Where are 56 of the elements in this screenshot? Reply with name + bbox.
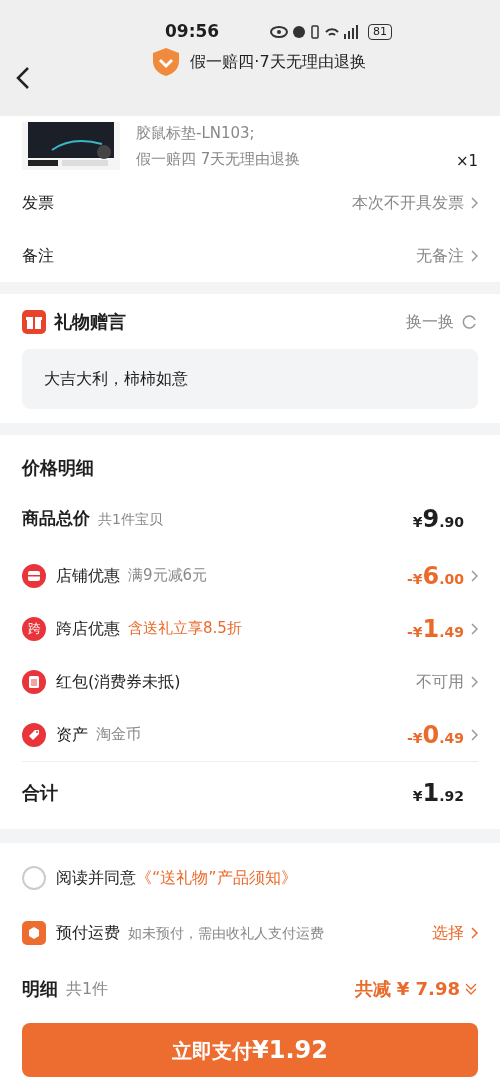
badge-icon: 跨 — [22, 616, 46, 641]
row-value[interactable]: 无备注 — [416, 243, 478, 268]
subtotal-label: 商品总价 — [22, 507, 90, 531]
status-time: 09:56 — [165, 20, 220, 44]
item-count: 共1件宝贝 — [98, 509, 163, 529]
shipping-note: 如未预付，需由收礼人支付运费 — [128, 923, 324, 943]
message-box[interactable]: 大吉大利，柿柿如意 — [22, 349, 478, 409]
store-icon — [22, 563, 46, 588]
refresh-icon — [462, 313, 478, 330]
chevron-icon — [470, 728, 478, 741]
discount-label: 跨店优惠 — [56, 617, 120, 640]
discount-label: 店铺优惠 — [56, 564, 120, 587]
discount-label: 资产 — [56, 723, 88, 746]
shipping-label: 预付运费 — [56, 922, 120, 944]
chevron-icon — [470, 675, 478, 688]
battery-level: 81 — [368, 24, 392, 40]
quantity: ×1 — [455, 150, 478, 172]
discount-amount: -¥0.49 — [406, 719, 464, 751]
pay-button[interactable]: 立即支付¥1.92 — [22, 1023, 478, 1077]
chevron-icon — [470, 249, 478, 262]
tag-icon — [22, 722, 46, 747]
refresh-link[interactable]: 换一换 — [406, 309, 478, 334]
discount-amount: 不可用 — [416, 670, 464, 693]
row-label: 发票 — [22, 191, 54, 214]
agree-checkbox[interactable] — [22, 865, 46, 890]
discount-amount: -¥6.00 — [406, 560, 464, 592]
chevron-icon — [470, 927, 478, 939]
summary-count: 共1件 — [66, 977, 109, 1000]
discount-amount: -¥1.49 — [406, 613, 464, 645]
agreement-text: 阅读并同意 — [56, 866, 136, 889]
product-spec: 胶鼠标垫-LN103; — [136, 122, 256, 144]
envelope-icon — [22, 669, 46, 694]
total-amount: ¥1.92 — [412, 777, 464, 809]
total-label: 合计 — [22, 781, 58, 805]
terms-link[interactable]: 《“送礼物”产品须知》 — [136, 865, 297, 890]
summary-label: 明细 — [22, 977, 58, 1001]
discount-note: 淘金币 — [96, 724, 141, 746]
discount-note: 满9元减6元 — [128, 565, 208, 587]
row-value[interactable]: 本次不开具发票 — [352, 190, 478, 215]
box-icon — [22, 921, 46, 945]
discount-note: 含送礼立享8.5折 — [128, 618, 242, 640]
back-icon[interactable] — [16, 66, 30, 90]
section-title: 价格明细 — [22, 456, 95, 480]
chevron-icon — [470, 622, 478, 635]
section-title: 礼物赠言 — [54, 310, 126, 334]
expand-icon — [464, 981, 478, 996]
gift-icon — [22, 309, 46, 334]
guarantee-text: 假一赔四·7天无理由退换 — [190, 51, 366, 73]
chevron-icon — [470, 196, 478, 209]
select-link[interactable]: 选择 — [432, 921, 478, 945]
subtotal-amount: ¥9.90 — [412, 504, 464, 535]
discount-label: 红包(消费券未抵) — [56, 670, 181, 693]
chevron-icon — [470, 569, 478, 582]
saving-toggle[interactable]: 共减 ¥ 7.98 — [354, 975, 478, 1002]
service-text: 假一赔四 7天无理由退换 — [136, 149, 302, 170]
row-label: 备注 — [22, 244, 54, 267]
